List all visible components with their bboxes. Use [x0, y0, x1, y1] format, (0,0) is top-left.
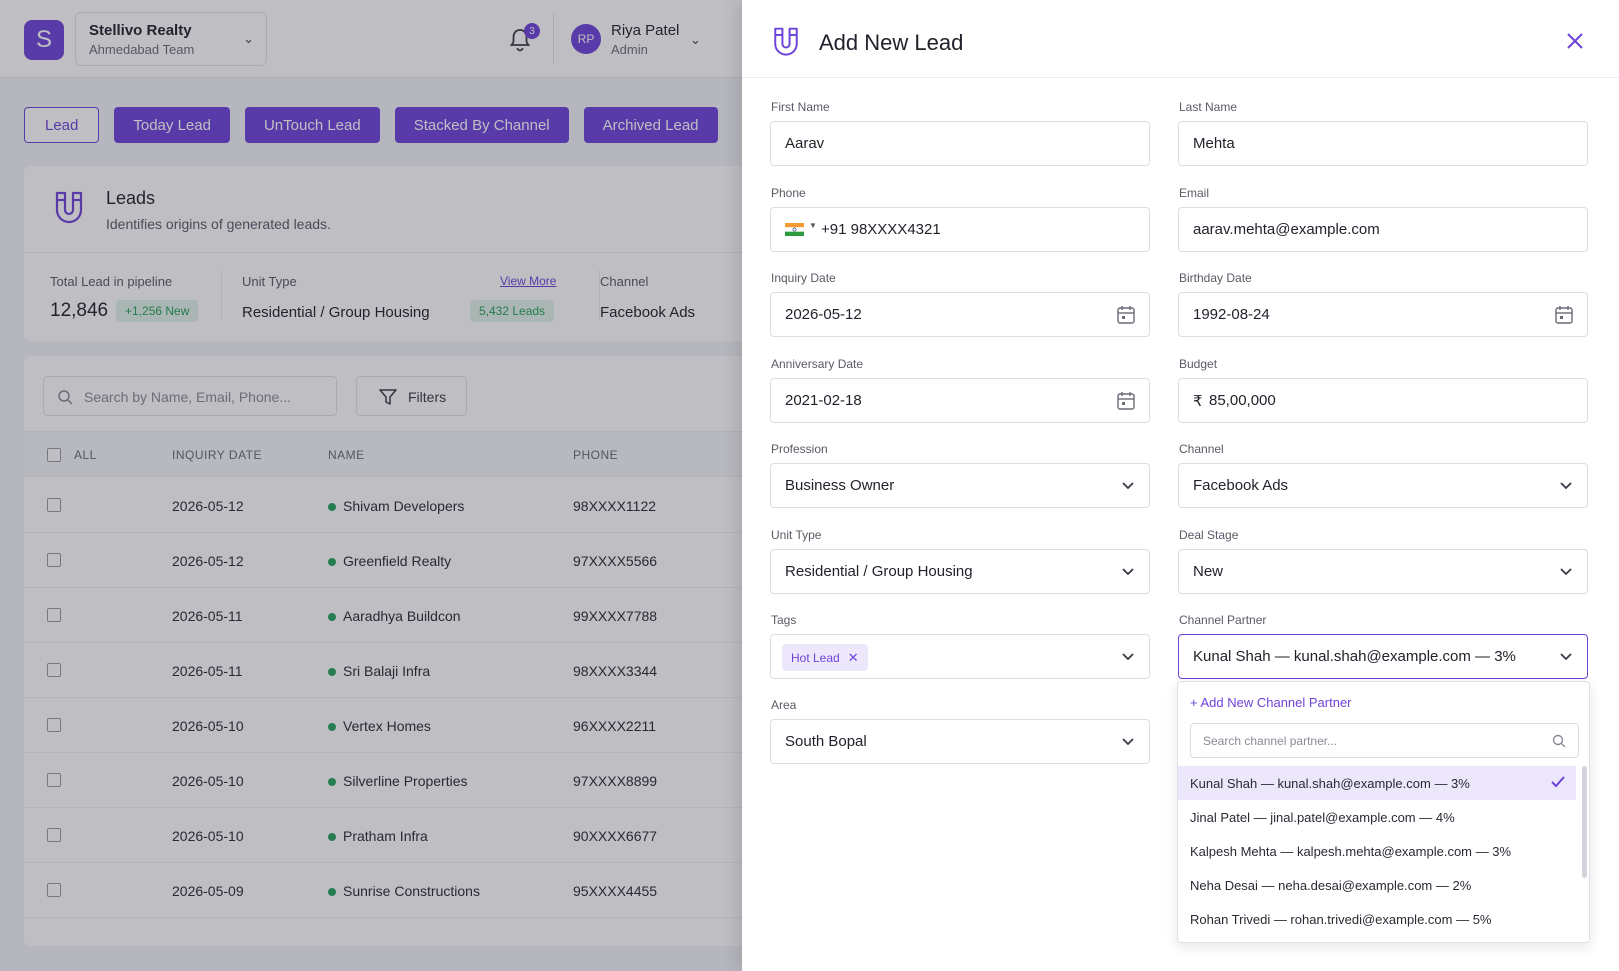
tag-chip: Hot Lead ✕ — [782, 644, 868, 671]
area-value: South Bopal — [785, 733, 867, 750]
email-value: aarav.mehta@example.com — [1193, 221, 1380, 238]
budget-field[interactable]: ₹ 85,00,000 — [1178, 378, 1588, 423]
channel-partner-select[interactable]: Kunal Shah — kunal.shah@example.com — 3% — [1178, 634, 1588, 679]
calendar-icon[interactable] — [1555, 305, 1573, 324]
caret-down-icon[interactable]: ▼ — [809, 221, 817, 230]
first-name-field[interactable]: Aarav — [770, 121, 1150, 166]
inquiry-date-value: 2026-05-12 — [785, 306, 862, 323]
channel-partner-option[interactable]: Kunal Shah — kunal.shah@example.com — 3% — [1178, 766, 1576, 800]
channel-label: Channel — [1179, 442, 1224, 456]
rupee-icon: ₹ — [1193, 393, 1203, 410]
inquiry-date-label: Inquiry Date — [771, 271, 836, 285]
phone-label: Phone — [771, 186, 806, 200]
option-label: Kalpesh Mehta — kalpesh.mehta@example.co… — [1190, 844, 1512, 859]
unit-type-value: Residential / Group Housing — [785, 563, 973, 580]
area-select[interactable]: South Bopal — [770, 719, 1150, 764]
budget-label: Budget — [1179, 357, 1218, 371]
channel-partner-dropdown: + Add New Channel Partner Search channel… — [1177, 681, 1590, 943]
tags-select[interactable]: Hot Lead ✕ — [770, 634, 1150, 679]
chevron-down-icon — [1560, 653, 1572, 661]
channel-partner-option[interactable]: Neha Desai — neha.desai@example.com — 2% — [1178, 868, 1576, 902]
modal-backdrop[interactable] — [0, 0, 742, 971]
check-icon — [1551, 776, 1565, 788]
profession-label: Profession — [771, 442, 828, 456]
chevron-down-icon — [1560, 482, 1572, 490]
tag-label: Hot Lead — [791, 650, 840, 665]
channel-partner-search-input[interactable]: Search channel partner... — [1190, 723, 1579, 758]
last-name-label: Last Name — [1179, 100, 1238, 114]
chevron-down-icon — [1122, 738, 1134, 746]
tags-label: Tags — [771, 613, 797, 627]
calendar-icon[interactable] — [1117, 305, 1135, 324]
remove-tag-icon[interactable]: ✕ — [848, 650, 859, 666]
unit-type-label: Unit Type — [771, 528, 822, 542]
channel-partner-label: Channel Partner — [1179, 613, 1267, 627]
anniversary-date-value: 2021-02-18 — [785, 392, 862, 409]
add-channel-partner-link[interactable]: + Add New Channel Partner — [1190, 695, 1352, 710]
deal-stage-label: Deal Stage — [1179, 528, 1239, 542]
first-name-label: First Name — [771, 100, 830, 114]
search-icon — [1552, 734, 1566, 748]
channel-value: Facebook Ads — [1193, 477, 1289, 494]
channel-partner-option[interactable]: Rohan Trivedi — rohan.trivedi@example.co… — [1178, 902, 1576, 936]
drawer-title: Add New Lead — [819, 30, 964, 55]
first-name-value: Aarav — [785, 135, 825, 152]
birthday-date-value: 1992-08-24 — [1193, 306, 1270, 323]
chevron-down-icon — [1122, 568, 1134, 576]
option-label: Rohan Trivedi — rohan.trivedi@example.co… — [1190, 912, 1492, 927]
deal-stage-value: New — [1193, 563, 1224, 580]
deal-stage-select[interactable]: New — [1178, 549, 1588, 594]
magnet-icon — [774, 27, 798, 56]
anniversary-date-label: Anniversary Date — [771, 357, 864, 371]
drawer-header: Add New Lead — [742, 0, 1619, 78]
scrollbar[interactable] — [1582, 766, 1587, 878]
budget-value: 85,00,000 — [1209, 392, 1276, 409]
area-label: Area — [771, 698, 797, 712]
inquiry-date-field[interactable]: 2026-05-12 — [770, 292, 1150, 337]
profession-select[interactable]: Business Owner — [770, 463, 1150, 508]
phone-field[interactable]: ▼ +91 98XXXX4321 — [770, 207, 1150, 252]
birthday-date-label: Birthday Date — [1179, 271, 1252, 285]
phone-value: +91 98XXXX4321 — [821, 221, 941, 238]
chevron-down-icon — [1122, 653, 1134, 661]
channel-partner-value: Kunal Shah — kunal.shah@example.com — 3% — [1193, 648, 1516, 665]
unit-type-select[interactable]: Residential / Group Housing — [770, 549, 1150, 594]
profession-value: Business Owner — [785, 477, 895, 494]
email-field[interactable]: aarav.mehta@example.com — [1178, 207, 1588, 252]
option-label: Jinal Patel — jinal.patel@example.com — … — [1190, 810, 1455, 825]
option-label: Kunal Shah — kunal.shah@example.com — 3% — [1190, 776, 1470, 791]
option-label: Neha Desai — neha.desai@example.com — 2% — [1190, 878, 1472, 893]
email-label: Email — [1179, 186, 1210, 200]
channel-partner-option[interactable]: Kalpesh Mehta — kalpesh.mehta@example.co… — [1178, 834, 1576, 868]
birthday-date-field[interactable]: 1992-08-24 — [1178, 292, 1588, 337]
channel-select[interactable]: Facebook Ads — [1178, 463, 1588, 508]
chevron-down-icon — [1560, 568, 1572, 576]
anniversary-date-field[interactable]: 2021-02-18 — [770, 378, 1150, 423]
chevron-down-icon — [1122, 482, 1134, 490]
calendar-icon[interactable] — [1117, 391, 1135, 410]
search-placeholder: Search channel partner... — [1203, 734, 1338, 748]
india-flag-icon[interactable] — [785, 223, 804, 236]
last-name-field[interactable]: Mehta — [1178, 121, 1588, 166]
channel-partner-option[interactable]: Jinal Patel — jinal.patel@example.com — … — [1178, 800, 1576, 834]
last-name-value: Mehta — [1193, 135, 1235, 152]
close-icon[interactable] — [1566, 32, 1584, 50]
